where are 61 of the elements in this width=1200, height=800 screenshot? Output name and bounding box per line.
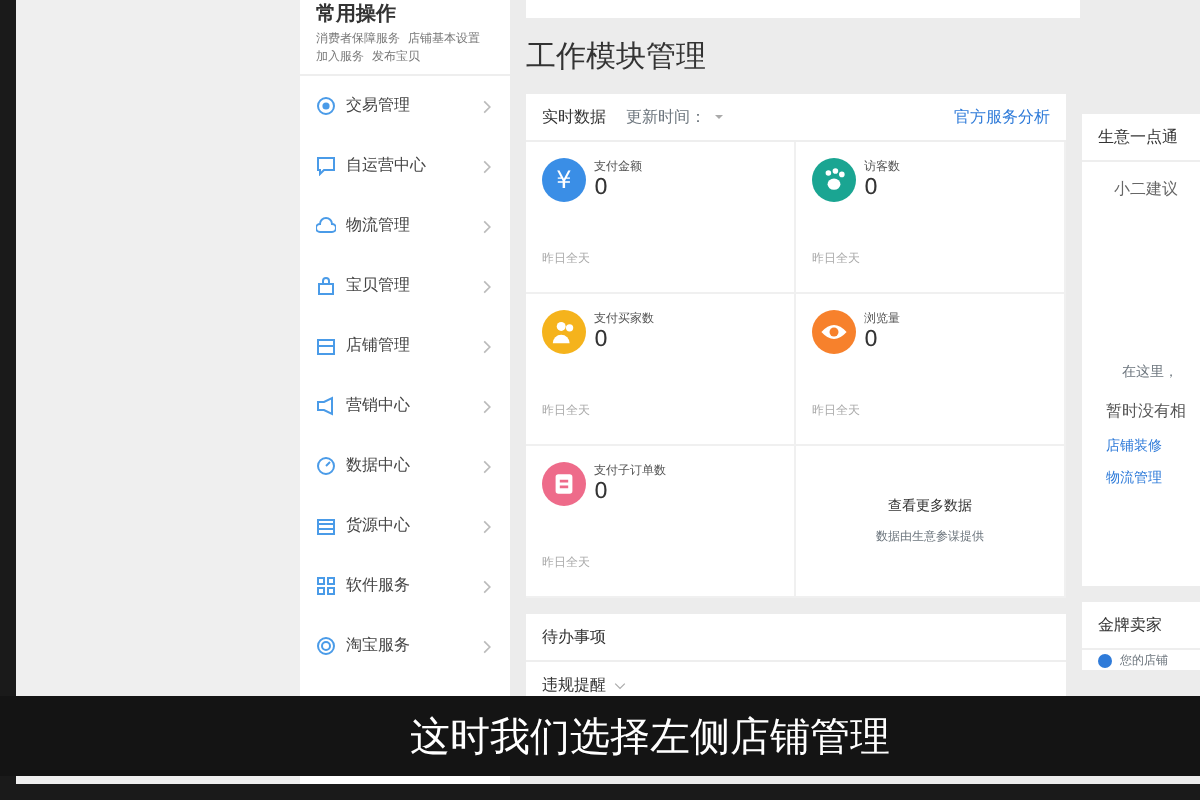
panel-title: 金牌卖家 [1098,613,1162,637]
sidebar-item[interactable]: 自运营中心 [300,136,510,196]
chat-icon [316,156,336,176]
metric-value: 0 [864,328,880,350]
menu-label: 淘宝服务 [346,634,410,658]
sidebar-item[interactable]: 数据中心 [300,436,510,496]
analysis-link[interactable]: 官方服务分析 [954,105,1050,129]
service-icon [316,636,336,656]
menu-label: 交易管理 [346,94,410,118]
sidebar-item[interactable]: 店铺管理 [300,316,510,376]
video-subtitle: 这时我们选择左侧店铺管理 [0,696,1200,776]
empty-text: 暂时没有相 [1106,399,1188,423]
sidebar-item[interactable]: 营销中心 [300,376,510,436]
update-time-dropdown[interactable]: 更新时间： [626,105,724,129]
megaphone-icon [316,396,336,416]
store-icon [316,336,336,356]
dot-icon [316,96,336,116]
cloud-icon [316,216,336,236]
metric-value: 0 [594,176,610,198]
menu-label: 自运营中心 [346,154,426,178]
sidebar-item[interactable]: 交易管理 [300,76,510,136]
sidebar-item[interactable]: 物流管理 [300,196,510,256]
violation-tab[interactable]: 违规提醒 [542,674,626,698]
section-title: 常用操作 [316,1,398,30]
panel-title: 实时数据 [542,105,606,129]
menu-label: 营销中心 [346,394,410,418]
chevron-icon [480,159,494,173]
advice-tab[interactable]: 小二建议 [1082,162,1200,202]
panel-title: 生意一点通 [1098,125,1178,149]
chevron-icon [480,339,494,353]
chevron-icon [480,639,494,653]
metric-value: 0 [594,480,610,502]
info-icon [1098,654,1112,668]
chevron-icon [480,399,494,413]
metric-value: 0 [864,176,880,198]
bag-icon [316,276,336,296]
sidebar-item[interactable]: 宝贝管理 [300,256,510,316]
chevron-icon [480,579,494,593]
sidebar-item[interactable]: 淘宝服务 [300,616,510,676]
chevron-icon [480,459,494,473]
box-icon [316,516,336,536]
chevron-icon [480,219,494,233]
chevron-icon [480,99,494,113]
panel-title: 待办事项 [542,625,606,649]
chevron-icon [614,680,626,692]
page-title: 工作模块管理 [526,38,708,74]
menu-label: 店铺管理 [346,334,410,358]
menu-label: 货源中心 [346,514,410,538]
metric-icon: ¥ [542,158,586,202]
gauge-icon [316,456,336,476]
caret-icon [714,112,724,122]
menu-label: 数据中心 [346,454,410,478]
grid-icon [316,576,336,596]
menu-label: 宝贝管理 [346,274,410,298]
metric-value: 0 [594,328,610,350]
menu-label: 软件服务 [346,574,410,598]
chevron-icon [480,519,494,533]
sidebar-item[interactable]: 货源中心 [300,496,510,556]
chevron-icon [480,279,494,293]
menu-label: 物流管理 [346,214,410,238]
sidebar-item[interactable]: 软件服务 [300,556,510,616]
